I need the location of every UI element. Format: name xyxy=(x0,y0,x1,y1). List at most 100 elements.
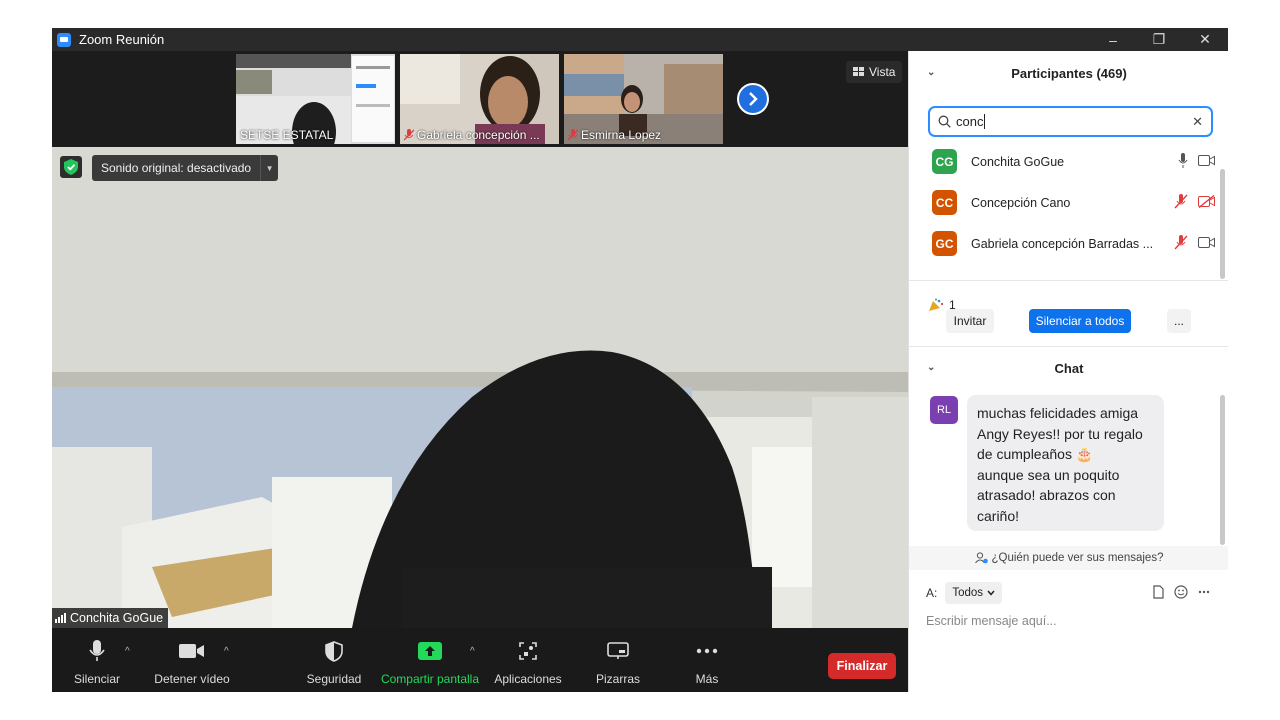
end-meeting-button[interactable]: Finalizar xyxy=(828,653,896,679)
to-label: A: xyxy=(926,586,938,600)
video-area: SETSE ESTATAL Gabriela concepción ... Es… xyxy=(52,51,908,628)
view-label: Vista xyxy=(869,65,896,79)
whiteboard-icon xyxy=(607,642,629,659)
participant-name: Concepción Cano xyxy=(971,195,1071,210)
encryption-shield-icon[interactable] xyxy=(60,156,82,178)
chevron-right-icon xyxy=(749,92,758,106)
avatar: RL xyxy=(930,396,958,424)
participant-row[interactable]: CC Concepción Cano xyxy=(909,182,1228,223)
share-screen-icon xyxy=(418,642,442,660)
original-sound-toggle[interactable]: Sonido original: desactivado ▼ xyxy=(92,155,279,181)
signal-bars-icon xyxy=(55,613,66,623)
thumbnail-setse[interactable]: SETSE ESTATAL xyxy=(236,54,395,144)
speaker-name-tag: Conchita GoGue xyxy=(52,608,169,628)
share-screen-button[interactable]: Compartir pantalla xyxy=(378,628,482,692)
message-line: aunque sea un poquito xyxy=(977,466,1120,483)
recipient-value: Todos xyxy=(952,587,984,599)
grid-view-icon xyxy=(853,67,864,76)
participant-name: Gabriela concepción Barradas ... xyxy=(971,236,1154,251)
mute-all-button[interactable]: Silenciar a todos xyxy=(1029,309,1131,333)
side-panel: ⌄ Participantes (469) conc ✕ CG Conchita… xyxy=(908,51,1228,692)
search-value: conc xyxy=(956,114,984,129)
video-camera-icon xyxy=(179,644,204,658)
apps-button[interactable]: Aplicaciones xyxy=(493,628,563,692)
microphone-icon[interactable] xyxy=(1178,153,1188,168)
stop-video-label: Detener vídeo xyxy=(154,672,230,686)
person-info-icon xyxy=(974,552,988,564)
thumbnail-label: Esmirna Lopez xyxy=(581,128,662,142)
more-label: Más xyxy=(695,672,719,686)
video-camera-icon[interactable] xyxy=(1198,155,1215,166)
divider xyxy=(909,280,1228,281)
file-icon[interactable] xyxy=(1153,585,1164,599)
chat-header: ⌄ Chat xyxy=(909,346,1228,390)
who-sees-label: ¿Quién puede ver sus mensajes? xyxy=(991,552,1164,564)
participant-search-input[interactable]: conc ✕ xyxy=(928,106,1213,137)
security-shield-icon xyxy=(325,640,343,662)
muted-mic-icon[interactable] xyxy=(1174,194,1188,209)
restore-button[interactable]: ❐ xyxy=(1136,28,1182,51)
video-off-icon[interactable] xyxy=(1198,195,1215,208)
message-line: cariño! xyxy=(977,507,1020,524)
thumbnail-esmirna[interactable]: Esmirna Lopez xyxy=(564,54,723,144)
share-options-caret-icon[interactable]: ^ xyxy=(470,646,475,657)
muted-mic-icon[interactable] xyxy=(1174,235,1188,250)
mute-label: Silenciar xyxy=(73,672,121,686)
thumbnail-label: SETSE ESTATAL xyxy=(240,128,334,142)
chat-title: Chat xyxy=(1054,360,1084,376)
chat-message: muchas felicidades amiga Angy Reyes!! po… xyxy=(967,395,1164,531)
whiteboards-button[interactable]: Pizarras xyxy=(588,628,648,692)
more-button[interactable]: Más xyxy=(682,628,732,692)
close-window-button[interactable]: ✕ xyxy=(1182,28,1228,51)
thumbnail-label: Gabriela concepción ... xyxy=(417,128,540,142)
recipient-row: A: Todos xyxy=(926,582,1003,604)
more-dots-icon[interactable] xyxy=(1198,590,1210,594)
next-page-button[interactable] xyxy=(737,83,769,115)
security-button[interactable]: Seguridad xyxy=(303,628,365,692)
participant-row[interactable]: GC Gabriela concepción Barradas ... xyxy=(909,223,1228,264)
who-can-see-messages[interactable]: ¿Quién puede ver sus mensajes? xyxy=(909,546,1228,570)
invite-button[interactable]: Invitar xyxy=(946,309,994,333)
apps-icon xyxy=(519,642,537,660)
microphone-icon xyxy=(89,640,105,661)
security-label: Seguridad xyxy=(306,672,362,686)
window-title: Zoom Reunión xyxy=(79,32,165,47)
stop-video-button[interactable]: Detener vídeo xyxy=(152,628,232,692)
participant-list-scrollbar[interactable] xyxy=(1220,169,1225,279)
video-frame xyxy=(52,147,908,628)
participant-list: CG Conchita GoGue CC Concepción Cano GC … xyxy=(909,141,1228,265)
recipient-dropdown[interactable]: Todos xyxy=(945,582,1003,604)
view-button[interactable]: Vista xyxy=(846,61,903,83)
more-dots-icon xyxy=(696,648,718,654)
participants-title: Participantes (469) xyxy=(1011,65,1127,81)
message-line: muchas felicidades amiga xyxy=(977,405,1139,421)
muted-mic-icon xyxy=(568,129,578,141)
emoji-icon[interactable] xyxy=(1174,585,1188,599)
video-options-caret-icon[interactable]: ^ xyxy=(224,646,229,657)
message-line: Angy Reyes!! por tu regalo xyxy=(977,425,1143,442)
mute-button[interactable]: Silenciar xyxy=(72,628,122,692)
chat-message-input[interactable]: Escribir mensaje aquí... xyxy=(926,614,1057,628)
thumbnail-gabriela[interactable]: Gabriela concepción ... xyxy=(400,54,559,144)
collapse-participants-icon[interactable]: ⌄ xyxy=(927,67,935,78)
zoom-logo-icon xyxy=(57,32,71,47)
avatar: CC xyxy=(932,190,957,215)
caret-down-icon[interactable]: ▼ xyxy=(260,155,278,181)
clear-search-icon[interactable]: ✕ xyxy=(1192,114,1203,130)
minimize-button[interactable]: – xyxy=(1090,28,1136,51)
muted-mic-icon xyxy=(404,129,414,141)
chat-scrollbar[interactable] xyxy=(1220,395,1225,545)
message-line: atrasado! abrazos con xyxy=(977,487,1116,503)
party-popper-icon xyxy=(929,298,944,311)
audio-options-caret-icon[interactable]: ^ xyxy=(125,646,130,657)
video-camera-icon[interactable] xyxy=(1198,237,1215,248)
participant-row[interactable]: CG Conchita GoGue xyxy=(909,141,1228,182)
collapse-chat-icon[interactable]: ⌄ xyxy=(927,362,935,373)
chevron-down-icon xyxy=(987,590,995,596)
speaker-name: Conchita GoGue xyxy=(70,611,164,625)
participants-more-button[interactable]: ... xyxy=(1167,309,1191,333)
share-screen-label: Compartir pantalla xyxy=(380,672,480,686)
original-sound-label: Sonido original: desactivado xyxy=(101,161,252,175)
whiteboards-label: Pizarras xyxy=(595,672,640,686)
search-icon xyxy=(938,115,951,128)
